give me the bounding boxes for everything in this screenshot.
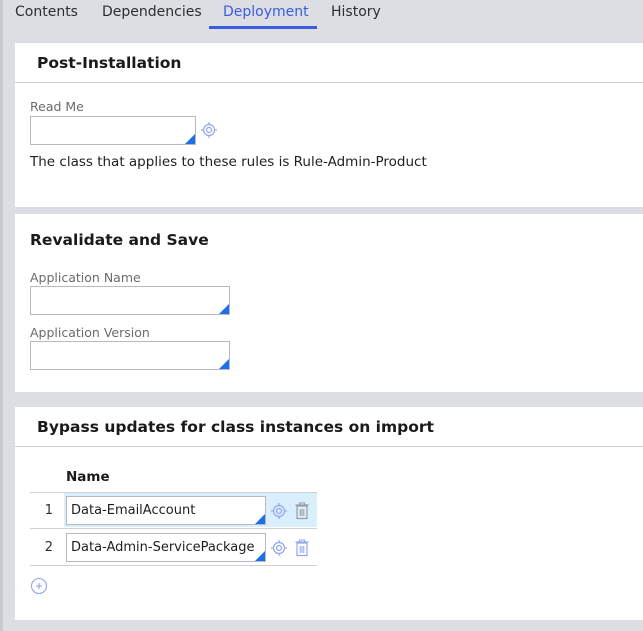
tab-deployment[interactable]: Deployment — [223, 4, 309, 20]
section-title: Revalidate and Save — [30, 231, 209, 249]
trash-icon[interactable] — [294, 539, 310, 557]
application-version-input[interactable] — [30, 341, 230, 370]
active-tab-indicator — [209, 26, 317, 29]
application-name-input[interactable] — [30, 286, 230, 315]
application-version-label: Application Version — [30, 325, 150, 340]
autocomplete-corner-icon — [255, 551, 265, 561]
bypass-updates-section: Bypass updates for class instances on im… — [15, 407, 643, 620]
section-title: Post-Installation — [15, 43, 643, 83]
class-name-input[interactable]: Data-Admin-ServicePackage — [66, 533, 266, 562]
tab-dependencies[interactable]: Dependencies — [102, 4, 202, 20]
read-me-input[interactable] — [30, 116, 196, 145]
trash-icon[interactable] — [294, 502, 310, 520]
target-icon[interactable] — [200, 121, 218, 139]
name-column-header: Name — [66, 469, 110, 485]
row-divider — [30, 528, 317, 529]
left-panel-edge — [0, 0, 3, 631]
class-name-value: Data-Admin-ServicePackage — [71, 540, 255, 555]
target-icon[interactable] — [270, 502, 288, 520]
add-circle-icon[interactable] — [30, 577, 48, 595]
row-divider — [30, 565, 317, 566]
read-me-label: Read Me — [30, 99, 84, 114]
application-name-label: Application Name — [30, 270, 141, 285]
autocomplete-corner-icon — [219, 359, 229, 369]
section-title: Bypass updates for class instances on im… — [15, 407, 643, 447]
autocomplete-corner-icon — [255, 514, 265, 524]
autocomplete-corner-icon — [219, 304, 229, 314]
post-installation-section: Post-Installation Read Me The class that… — [15, 43, 643, 207]
tab-history[interactable]: History — [331, 4, 381, 20]
target-icon[interactable] — [270, 539, 288, 557]
class-info-text: The class that applies to these rules is… — [30, 154, 427, 170]
autocomplete-corner-icon — [185, 134, 195, 144]
tab-contents[interactable]: Contents — [15, 4, 78, 20]
revalidate-section: Revalidate and Save Application Name App… — [15, 214, 643, 392]
tab-bar: Contents Dependencies Deployment History — [0, 0, 643, 30]
row-index: 2 — [44, 540, 53, 555]
row-index: 1 — [44, 503, 53, 518]
class-name-input[interactable]: Data-EmailAccount — [66, 496, 266, 525]
class-name-value: Data-EmailAccount — [71, 503, 196, 518]
